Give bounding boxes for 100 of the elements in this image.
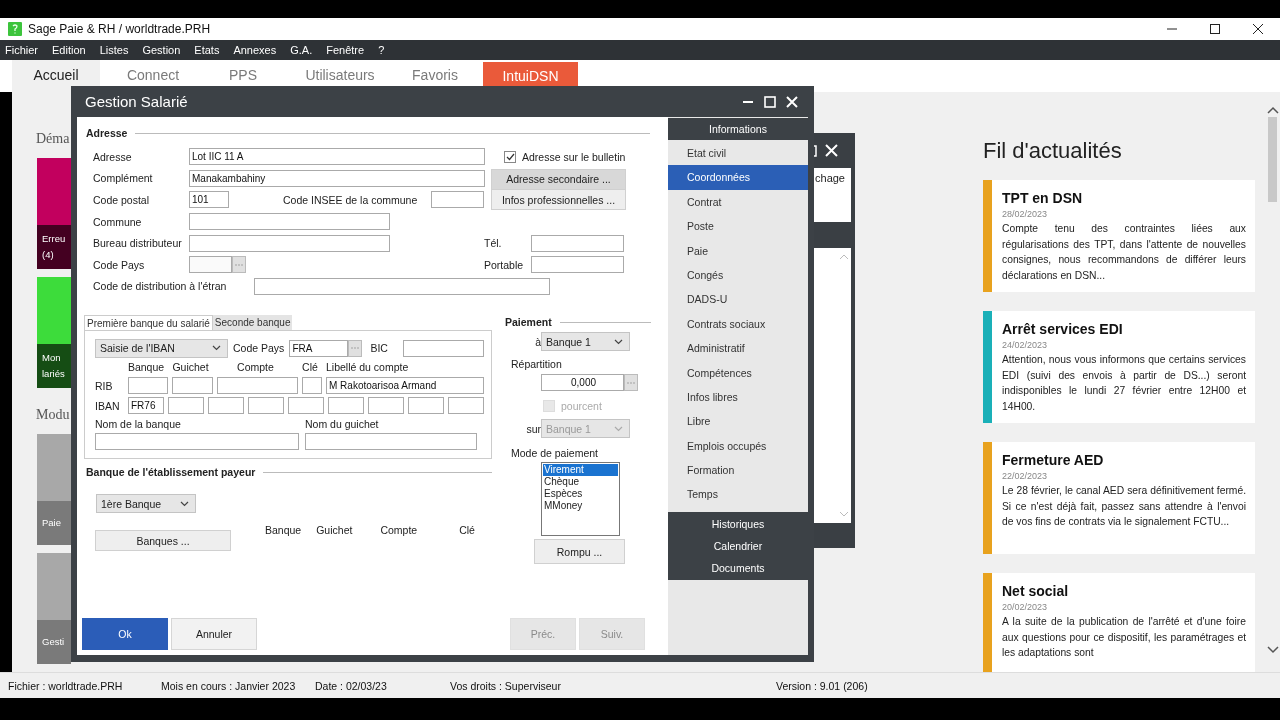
- tab[interactable]: Accueil: [12, 60, 100, 92]
- input-field[interactable]: [168, 397, 204, 415]
- tile[interactable]: Erreu (4): [37, 158, 71, 269]
- menu-item[interactable]: Gestion: [142, 44, 181, 56]
- input-field[interactable]: Manakambahiny: [189, 169, 485, 187]
- button[interactable]: Rompu ...: [534, 539, 625, 565]
- input-field[interactable]: [189, 256, 232, 274]
- nav-item[interactable]: Infos libres: [668, 384, 808, 410]
- input-field[interactable]: [95, 433, 299, 451]
- scrollbar-thumb[interactable]: [1268, 117, 1277, 202]
- nav-item[interactable]: Calendrier: [668, 534, 808, 557]
- menu-item[interactable]: Fenêtre: [326, 44, 365, 56]
- checkbox[interactable]: [504, 150, 516, 163]
- dropdown[interactable]: Banque 1: [541, 332, 630, 352]
- scroll-up-icon: [838, 254, 849, 260]
- news-card[interactable]: Net social 20/02/2023 A la suite de la publication de l'arrêté et d'une foire aux questions pour ce dispositif, les paramétrages et les adaptations sont: [983, 573, 1255, 672]
- input-field[interactable]: 101: [189, 191, 229, 209]
- input-field[interactable]: [368, 397, 404, 415]
- input-field[interactable]: [288, 397, 324, 415]
- nav-item[interactable]: Formation: [668, 458, 808, 483]
- menu-item[interactable]: Listes: [99, 44, 129, 56]
- input-field[interactable]: [208, 397, 244, 415]
- input-field[interactable]: [128, 377, 168, 395]
- input-field[interactable]: [431, 191, 484, 209]
- input-field[interactable]: M Rakotoarisoa Armand: [326, 377, 484, 395]
- nav-item[interactable]: Libre: [668, 409, 808, 434]
- tile[interactable]: Mon lariés: [37, 277, 71, 388]
- input-field[interactable]: 0,000: [541, 374, 624, 392]
- news-text: A la suite de la publication de l'arrêté et d'une foire aux questions pour ce dispositif, les paramétrages et les adaptations sont: [1002, 615, 1246, 661]
- menu-item[interactable]: Etats: [194, 44, 220, 56]
- input-field[interactable]: [328, 397, 364, 415]
- window-title: Sage Paie & RH / worldtrade.PRH: [28, 22, 211, 36]
- tab[interactable]: Seconde banque: [212, 315, 293, 331]
- input-field[interactable]: [531, 234, 624, 252]
- input-field[interactable]: [254, 277, 550, 295]
- input-field[interactable]: [302, 377, 322, 395]
- input-field[interactable]: [189, 234, 390, 252]
- menu-item[interactable]: Fichier: [5, 44, 38, 56]
- field-label: Guichet: [171, 361, 210, 374]
- input-field[interactable]: [172, 377, 213, 395]
- tab[interactable]: Connect: [100, 60, 206, 90]
- list-item[interactable]: MMoney: [543, 500, 618, 513]
- input-field[interactable]: [189, 213, 390, 231]
- field-label: Commune: [93, 215, 143, 228]
- news-card[interactable]: Arrêt services EDI 24/02/2023 Attention, nous vous informons que certains services EDI (suivi des envois à partir de DS...) seront indisponibles le lundi 27 février entre 12H00 et 14H00.: [983, 311, 1255, 423]
- input-field[interactable]: [217, 377, 298, 395]
- tile[interactable]: Gesti: [37, 553, 71, 664]
- dropdown[interactable]: Saisie de l'IBAN: [95, 338, 228, 358]
- nav-item[interactable]: Emplois occupés: [668, 433, 808, 459]
- nav-item[interactable]: Temps: [668, 482, 808, 507]
- menu-item[interactable]: Edition: [52, 44, 86, 56]
- browse-button[interactable]: [348, 339, 363, 357]
- menu-item[interactable]: G.A.: [290, 44, 313, 56]
- input-field[interactable]: [305, 433, 477, 451]
- input-field[interactable]: FRA: [289, 339, 349, 357]
- tab[interactable]: Première banque du salarié: [84, 315, 213, 331]
- tab[interactable]: PPS: [206, 60, 280, 90]
- nav-item[interactable]: Paie: [668, 238, 808, 263]
- menu-item[interactable]: Annexes: [233, 44, 277, 56]
- nav-item[interactable]: DADS-U: [668, 287, 808, 312]
- news-date: 28/02/2023: [1002, 209, 1049, 219]
- nav-item[interactable]: Contrats sociaux: [668, 311, 808, 337]
- browse-button[interactable]: [232, 256, 246, 274]
- nav-item[interactable]: Historiques: [668, 512, 808, 535]
- nav-item[interactable]: Poste: [668, 214, 808, 239]
- input-field[interactable]: [403, 339, 485, 357]
- nav-item[interactable]: Documents: [668, 556, 808, 579]
- button[interactable]: Adresse secondaire ...: [491, 168, 626, 190]
- nav-item[interactable]: Coordonnées: [668, 165, 808, 190]
- field-label: Guichet: [316, 524, 353, 537]
- tile[interactable]: Paie: [37, 434, 71, 545]
- input-field[interactable]: Lot IIC 11 A: [189, 148, 485, 166]
- tile-label: Mon: [42, 351, 61, 365]
- list-item[interactable]: Espèces: [543, 488, 618, 501]
- input-field[interactable]: [248, 397, 284, 415]
- button[interactable]: Ok: [82, 618, 168, 650]
- nav-item[interactable]: Administratif: [668, 336, 808, 361]
- nav-item[interactable]: Contrat: [668, 189, 808, 215]
- news-card[interactable]: Fermeture AED 22/02/2023 Le 28 février, le canal AED sera définitivement fermé. Si ce n'est déjà fait, passez sans attendre à l'envoi de vos fins de contrats via le signalement FCTU...: [983, 442, 1255, 554]
- news-card[interactable]: TPT en DSN 28/02/2023 Compte tenu des contraintes liées aux régularisations des TPT, dans l'attente de nouvelles consignes, nous recommandons de différer leurs déclarations en DSN...: [983, 180, 1255, 292]
- list-item[interactable]: Virement: [543, 464, 618, 477]
- button[interactable]: Banques ...: [95, 530, 231, 552]
- field-label: Code de distribution à l'étran: [93, 280, 228, 293]
- tab[interactable]: Utilisateurs: [280, 60, 400, 90]
- tab[interactable]: Favoris: [400, 60, 470, 90]
- browse-button[interactable]: [624, 374, 638, 392]
- button[interactable]: Annuler: [171, 618, 257, 650]
- input-field[interactable]: [448, 397, 484, 415]
- input-field[interactable]: [408, 397, 444, 415]
- list-item[interactable]: Chèque: [543, 476, 618, 489]
- list-box[interactable]: Virement Chèque Espèces MMoney: [541, 462, 620, 537]
- input-field[interactable]: [531, 256, 624, 274]
- news-date: 24/02/2023: [1002, 340, 1049, 350]
- button[interactable]: Infos professionnelles ...: [491, 189, 626, 211]
- menu-item[interactable]: ?: [378, 44, 385, 56]
- nav-item[interactable]: Congés: [668, 262, 808, 288]
- nav-item[interactable]: Etat civil: [668, 141, 808, 166]
- dropdown[interactable]: 1ère Banque: [96, 494, 196, 514]
- input-field[interactable]: FR76: [128, 397, 164, 415]
- nav-item[interactable]: Compétences: [668, 360, 808, 385]
